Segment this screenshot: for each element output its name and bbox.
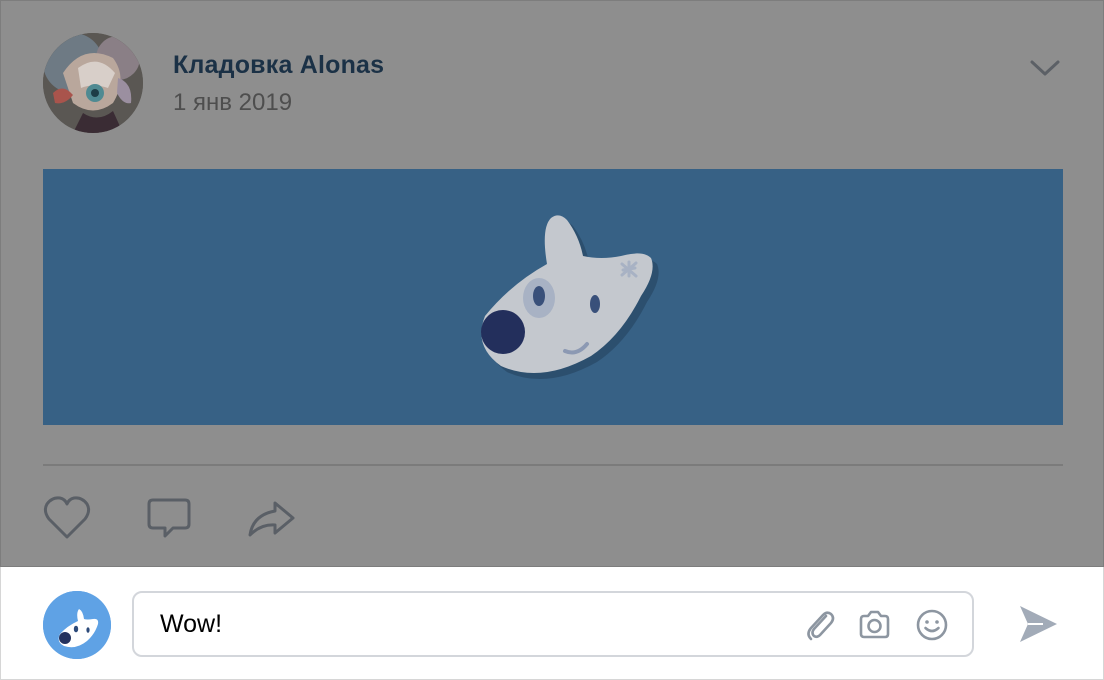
- heart-icon[interactable]: [41, 493, 93, 543]
- post-author-name[interactable]: Кладовка Alonas: [173, 51, 384, 80]
- comment-icon[interactable]: [143, 493, 195, 543]
- comment-input[interactable]: Wow!: [132, 591, 974, 657]
- share-icon[interactable]: [245, 493, 297, 543]
- comment-bar: Wow!: [0, 567, 1104, 680]
- post-card: Кладовка Alonas 1 янв 2019: [0, 0, 1104, 567]
- comment-input-text: Wow!: [160, 610, 223, 638]
- post-date[interactable]: 1 янв 2019: [173, 89, 292, 117]
- smile-icon[interactable]: [914, 607, 950, 643]
- user-avatar[interactable]: [43, 591, 111, 659]
- author-avatar[interactable]: [43, 33, 143, 133]
- chevron-down-icon[interactable]: [1027, 53, 1063, 81]
- send-icon[interactable]: [1015, 601, 1061, 647]
- camera-icon[interactable]: [856, 607, 892, 643]
- post-divider: [43, 464, 1063, 466]
- dog-mascot-icon: [471, 206, 671, 386]
- paperclip-icon[interactable]: [802, 607, 838, 643]
